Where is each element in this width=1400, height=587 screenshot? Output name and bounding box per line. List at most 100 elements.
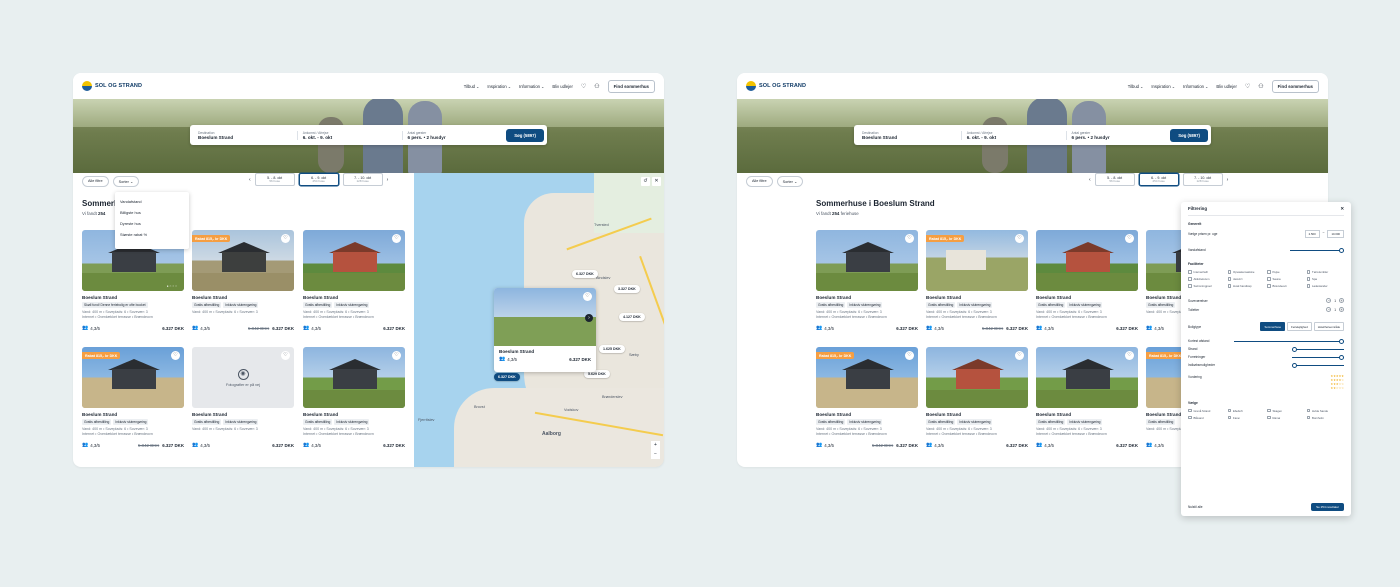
map-price-pin[interactable]: 1.625 DKK bbox=[599, 345, 625, 353]
chevron-right-icon[interactable]: › bbox=[585, 314, 593, 322]
logo[interactable]: SOL OG STRAND bbox=[82, 81, 142, 91]
map-price-pin[interactable]: 3.327 DKK bbox=[614, 285, 640, 293]
facility-checkbox[interactable]: Spa bbox=[1306, 277, 1345, 281]
area-checkbox[interactable]: Rømø bbox=[1267, 416, 1305, 420]
sort-button[interactable]: Sorter ⌄ bbox=[112, 176, 140, 187]
heart-icon[interactable]: ♡ bbox=[581, 83, 586, 90]
facility-checkbox[interactable]: Pejse bbox=[1267, 270, 1305, 274]
facility-checkbox[interactable]: Swimmingpool bbox=[1188, 284, 1226, 288]
heart-icon[interactable]: ♡ bbox=[583, 292, 592, 301]
sort-button[interactable]: Sorter ⌄ bbox=[776, 176, 804, 187]
listing-card[interactable]: Rabat 815,- kr DKK ♡ Boeslum Strand Grati… bbox=[816, 347, 918, 448]
nav-item-information[interactable]: Information⌄ bbox=[1183, 84, 1208, 89]
facility-checkbox[interactable]: Brændeovn bbox=[1267, 284, 1305, 288]
listing-card[interactable]: ♡ Boeslum Strand Gratis afbestilling Inkl… bbox=[303, 230, 405, 331]
nav-item-information[interactable]: Information⌄ bbox=[519, 84, 544, 89]
distance-slider[interactable] bbox=[1290, 247, 1344, 253]
heart-icon[interactable]: ♡ bbox=[905, 234, 914, 243]
nav-item-host[interactable]: Bliv udlejer bbox=[1216, 84, 1236, 89]
heart-icon[interactable]: ♡ bbox=[1015, 351, 1024, 360]
distance-slider[interactable] bbox=[1292, 354, 1344, 360]
heart-icon[interactable]: ♡ bbox=[1125, 234, 1134, 243]
search-button[interactable]: Søg (5897) bbox=[1170, 128, 1208, 142]
date-option-selected[interactable]: 6. - 9. okt 254 huse bbox=[1138, 173, 1179, 186]
date-option[interactable]: 5. - 8. okt 56 huse bbox=[254, 173, 295, 186]
distance-slider[interactable] bbox=[1292, 346, 1344, 352]
listing-card[interactable]: ◉ Fotografier er på vej ♡ Boeslum Strand G… bbox=[192, 347, 294, 448]
type-option[interactable]: Sommerhuse bbox=[1260, 322, 1286, 331]
map[interactable]: Tversted Bindslev Sæby Aalborg Brovst Vo… bbox=[414, 173, 664, 467]
nav-item-inspiration[interactable]: Inspiration⌄ bbox=[1151, 84, 1175, 89]
distance-slider[interactable] bbox=[1234, 338, 1344, 344]
listing-card[interactable]: ♡ Boeslum Strand Gratis afbestilling Inkl… bbox=[1036, 230, 1138, 331]
type-option[interactable]: Ferielejlighed bbox=[1287, 322, 1312, 331]
listing-card[interactable]: ♡ Boeslum Strand Gratis afbestilling Inkl… bbox=[816, 230, 918, 331]
guests-field[interactable]: Antal gæster 6 pers. • 2 husdyr bbox=[1067, 131, 1171, 140]
heart-icon[interactable]: ♡ bbox=[281, 351, 290, 360]
listing-card[interactable]: Rabat 815,- kr DKK ♡ Boeslum Strand Grati… bbox=[926, 230, 1028, 331]
nav-item-tilbud[interactable]: Tilbud⌄ bbox=[1128, 84, 1144, 89]
heart-icon[interactable]: ♡ bbox=[1125, 351, 1134, 360]
user-icon[interactable]: ⚇ bbox=[594, 83, 599, 90]
area-checkbox[interactable]: Hvide Sande bbox=[1306, 409, 1345, 413]
all-filters-button[interactable]: Alle filtre bbox=[746, 176, 773, 187]
sort-option[interactable]: Billigste hus bbox=[120, 207, 184, 218]
reset-filters-link[interactable]: Nulstil alle bbox=[1188, 505, 1203, 509]
close-icon[interactable]: ✕ bbox=[652, 177, 661, 186]
rating-stars[interactable]: ★★★★★ ★★★★☆ ★★★☆☆ ★★☆☆☆ bbox=[1331, 374, 1344, 391]
bedrooms-stepper[interactable]: −1 + bbox=[1326, 298, 1344, 303]
listing-card[interactable]: Rabat 815,- kr DKK ♡ Boeslum Strand Grati… bbox=[82, 347, 184, 448]
close-icon[interactable]: ✕ bbox=[1340, 206, 1344, 212]
map-price-pin-selected[interactable]: 6.327 DKK bbox=[494, 373, 520, 381]
undo-icon[interactable]: ↺ bbox=[641, 177, 650, 186]
price-min-input[interactable]: 2.500 bbox=[1304, 230, 1320, 238]
heart-icon[interactable]: ♡ bbox=[392, 351, 401, 360]
distance-slider[interactable] bbox=[1292, 362, 1344, 368]
find-house-button[interactable]: Find sommerhus bbox=[607, 79, 655, 93]
chevron-left-icon[interactable]: ‹ bbox=[1089, 177, 1091, 183]
zoom-controls[interactable]: + − bbox=[651, 441, 660, 459]
baths-stepper[interactable]: −1 + bbox=[1326, 307, 1344, 312]
facility-checkbox[interactable]: Husk handicap bbox=[1227, 284, 1266, 288]
user-icon[interactable]: ⚇ bbox=[1258, 83, 1263, 90]
price-max-input[interactable]: 10.000 bbox=[1327, 230, 1344, 238]
area-checkbox[interactable]: Fanø bbox=[1227, 416, 1266, 420]
sort-option[interactable]: Største rabat % bbox=[120, 229, 184, 240]
logo[interactable]: SOL OG STRAND bbox=[746, 81, 806, 91]
heart-icon[interactable]: ♡ bbox=[1245, 83, 1250, 90]
map-price-pin[interactable]: 4.127 DKK bbox=[619, 313, 645, 321]
destination-field[interactable]: Destination Boeslum Strand bbox=[193, 130, 298, 140]
sort-option[interactable]: Dyreste hus bbox=[120, 218, 184, 229]
heart-icon[interactable]: ♡ bbox=[281, 234, 290, 243]
area-checkbox[interactable]: Ebeltoft bbox=[1227, 409, 1266, 413]
nav-item-tilbud[interactable]: Tilbud⌄ bbox=[464, 84, 480, 89]
date-option[interactable]: 7. - 10. okt 128 huse bbox=[1182, 173, 1223, 186]
area-checkbox[interactable]: Grenå Strand bbox=[1188, 409, 1226, 413]
date-option-selected[interactable]: 6. - 9. okt 254 huse bbox=[298, 173, 339, 186]
map-listing-popup[interactable]: ♡ › Boeslum Strand 👥 4,3/5 6.327 DKK bbox=[494, 288, 596, 372]
search-button[interactable]: Søg (5897) bbox=[506, 128, 544, 142]
area-checkbox[interactable]: Blåvand bbox=[1188, 416, 1226, 420]
area-checkbox[interactable]: Skagen bbox=[1267, 409, 1305, 413]
listing-card[interactable]: ♡ Boeslum Strand Gratis afbestilling Inkl… bbox=[926, 347, 1028, 448]
listing-card[interactable]: ♡ Boeslum Strand Gratis afbestilling Inkl… bbox=[303, 347, 405, 448]
heart-icon[interactable]: ♡ bbox=[1015, 234, 1024, 243]
type-option[interactable]: Hotel/ferieområde bbox=[1313, 322, 1344, 331]
guests-field[interactable]: Antal gæster 6 pers. • 2 husdyr bbox=[403, 131, 507, 140]
facility-checkbox[interactable]: Opvaskemaskine bbox=[1227, 270, 1266, 274]
nav-item-inspiration[interactable]: Inspiration⌄ bbox=[487, 84, 511, 89]
facility-checkbox[interactable]: Internet/wifi bbox=[1188, 270, 1226, 274]
destination-field[interactable]: Destination Boeslum Strand bbox=[857, 130, 962, 140]
sort-option[interactable]: Vandafstand bbox=[120, 196, 184, 207]
chevron-left-icon[interactable]: ‹ bbox=[249, 177, 251, 183]
dates-field[interactable]: Ankomst / Afrejse 6. okt. - 9. okt bbox=[962, 130, 1067, 140]
area-checkbox[interactable]: Bornholm bbox=[1306, 416, 1345, 420]
heart-icon[interactable]: ♡ bbox=[392, 234, 401, 243]
facility-checkbox[interactable]: Tørretumbler bbox=[1306, 270, 1345, 274]
dates-field[interactable]: Ankomst / Afrejse 6. okt. - 9. okt bbox=[298, 130, 403, 140]
find-house-button[interactable]: Find sommerhus bbox=[1271, 79, 1319, 93]
chevron-right-icon[interactable]: › bbox=[387, 177, 389, 183]
all-filters-button[interactable]: Alle filtre bbox=[82, 176, 109, 187]
heart-icon[interactable]: ♡ bbox=[171, 351, 180, 360]
listing-card[interactable]: ♡ Boeslum Strand Gratis afbestilling Inkl… bbox=[1036, 347, 1138, 448]
